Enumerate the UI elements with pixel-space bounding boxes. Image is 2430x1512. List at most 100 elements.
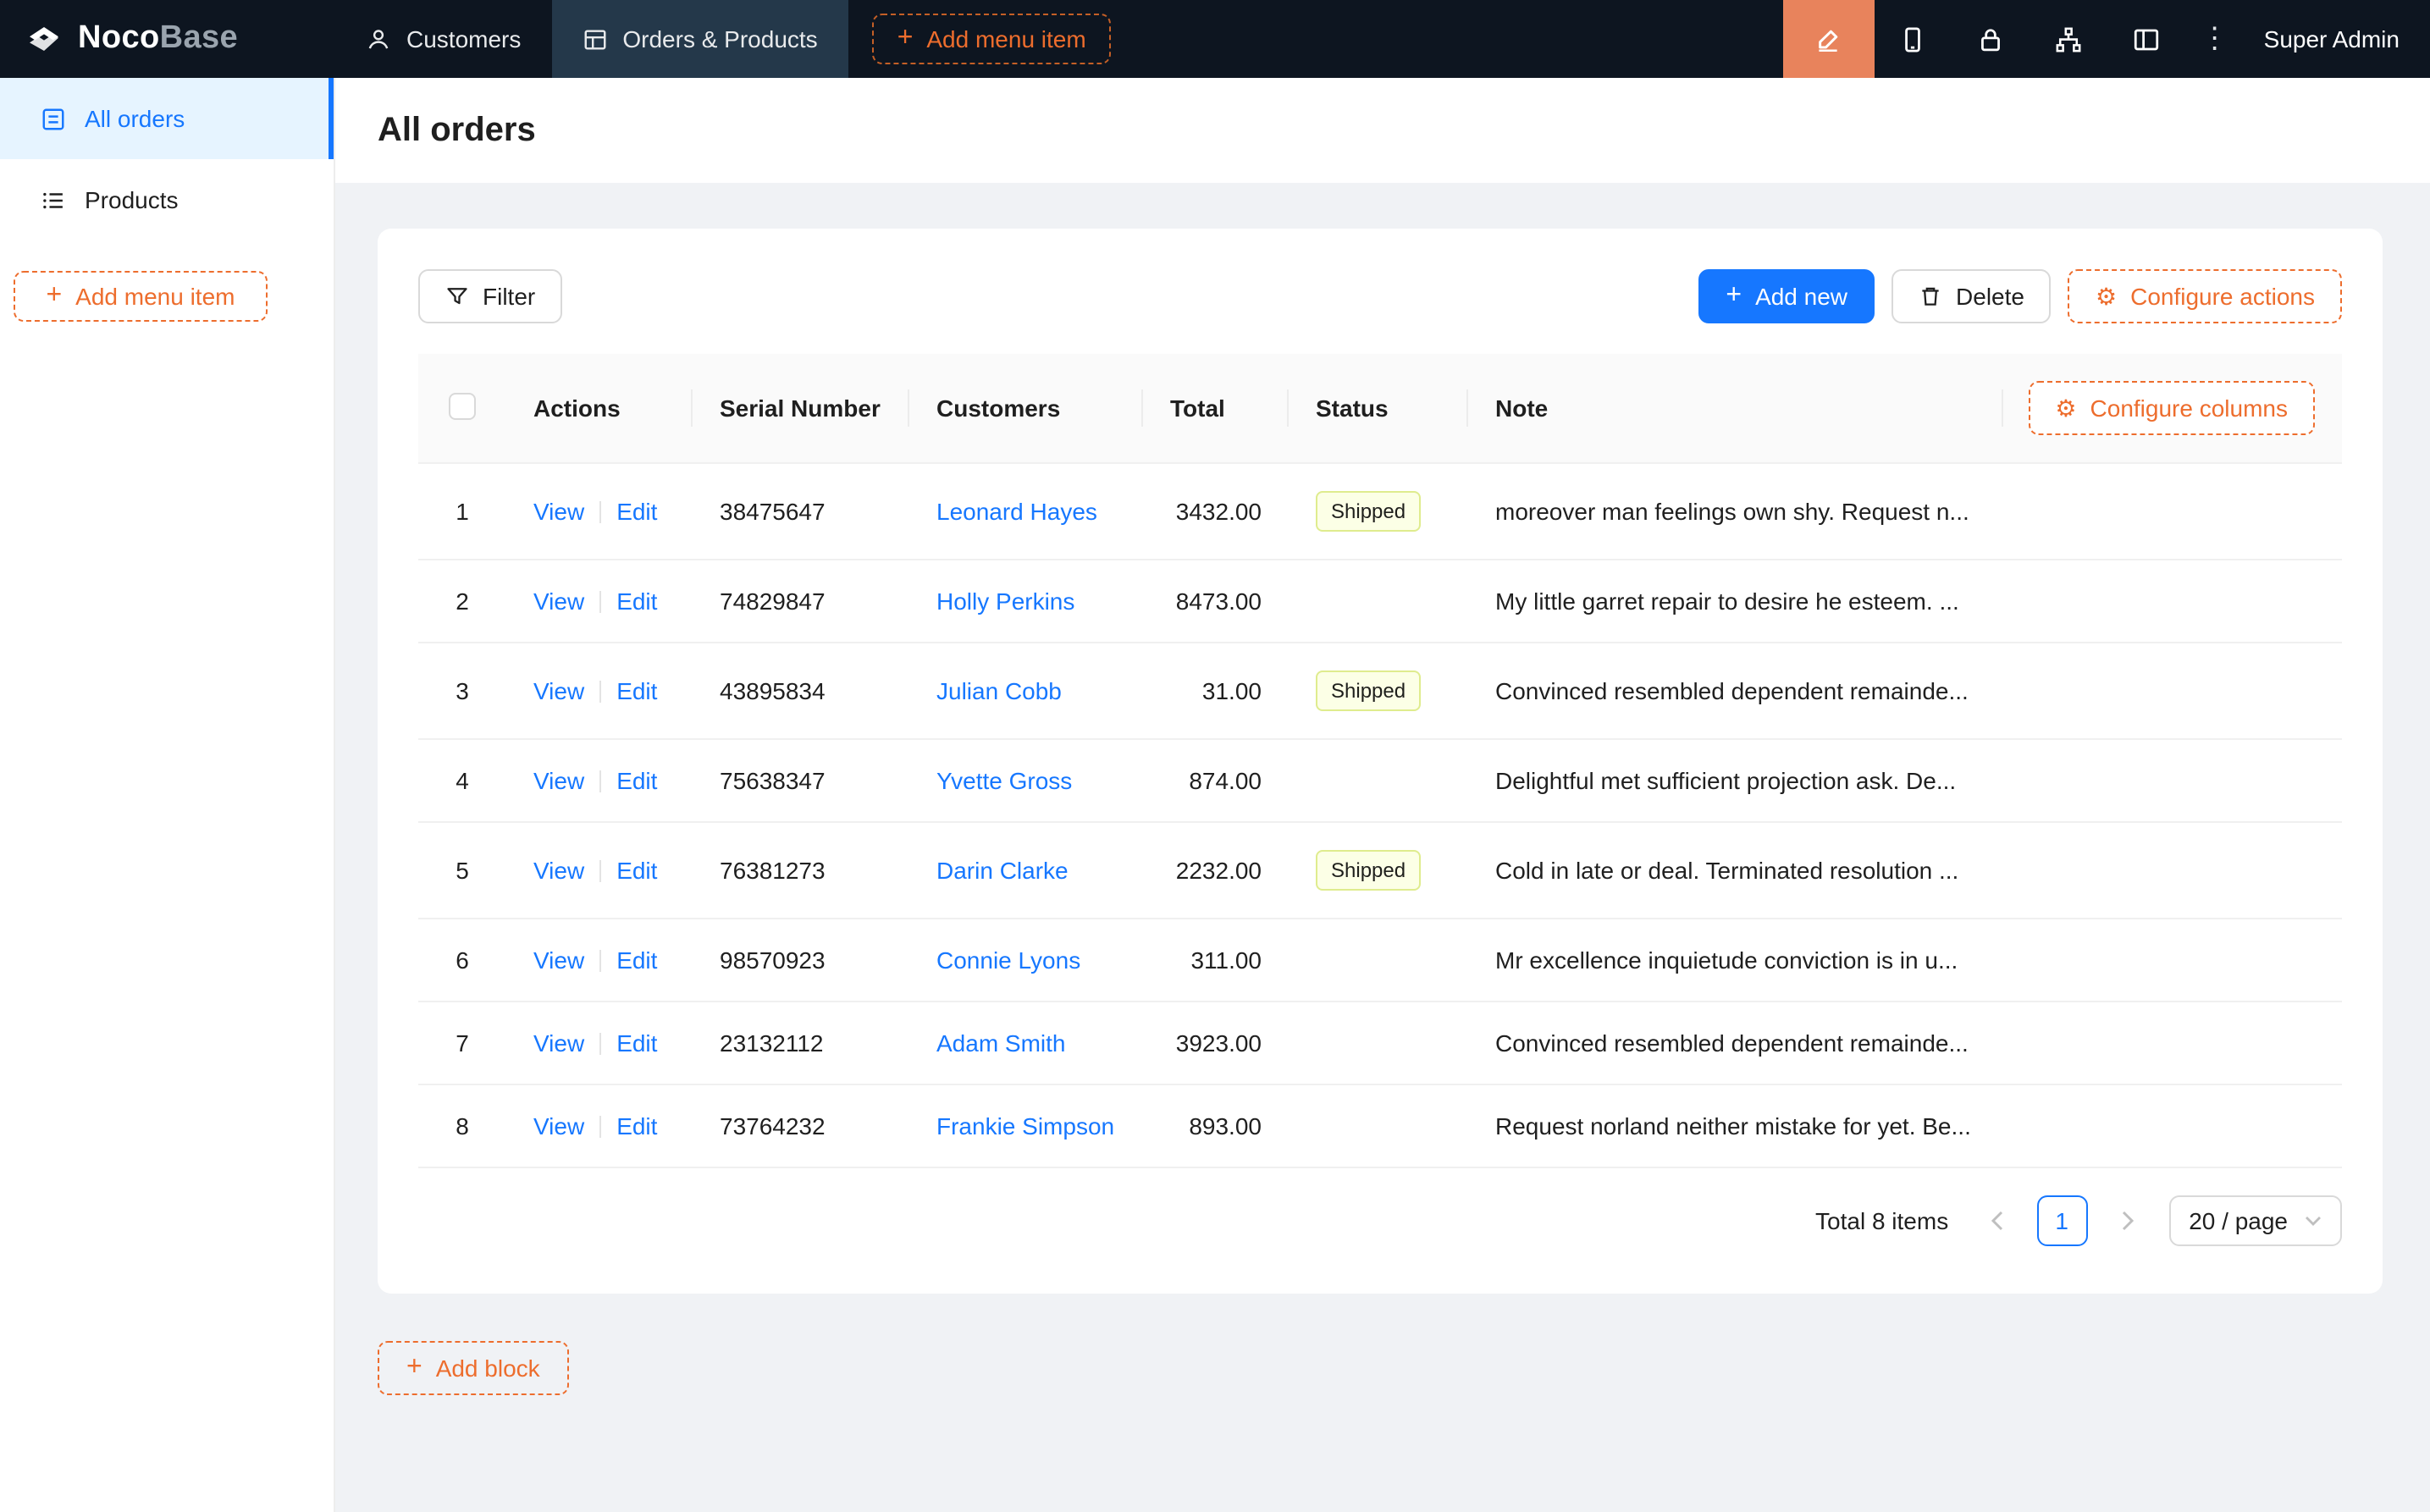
row-index: 8 xyxy=(418,1084,506,1167)
sidebar-item-products[interactable]: Products xyxy=(0,159,334,240)
add-new-button[interactable]: + Add new xyxy=(1698,269,1875,323)
note-cell: Delightful met sufficient projection ask… xyxy=(1468,739,2003,822)
edit-link[interactable]: Edit xyxy=(616,1112,657,1140)
edit-link[interactable]: Edit xyxy=(616,767,657,794)
more-vertical-icon: ⋮ xyxy=(2201,22,2229,56)
edit-link[interactable]: Edit xyxy=(616,857,657,884)
prev-page-button[interactable] xyxy=(1972,1197,2019,1244)
note-cell: Convinced resembled dependent remainde..… xyxy=(1468,643,2003,739)
table-header-row: Actions Serial Number Customers Total St… xyxy=(418,354,2342,463)
select-all-checkbox[interactable] xyxy=(449,392,476,419)
configure-actions-button[interactable]: ⚙ Configure actions xyxy=(2068,269,2342,323)
customer-link[interactable]: Connie Lyons xyxy=(936,946,1080,974)
tab-customers[interactable]: Customers xyxy=(335,0,551,78)
plus-icon: + xyxy=(897,25,914,52)
mobile-icon xyxy=(1899,25,1928,53)
top-header: NocoBase Customers Orders & Products + A… xyxy=(0,0,2430,78)
serial-number-cell: 23132112 xyxy=(693,1002,909,1084)
divider xyxy=(599,770,601,792)
tab-label: Customers xyxy=(406,25,521,52)
gear-icon: ⚙ xyxy=(2055,396,2076,420)
column-header-actions: Actions xyxy=(506,354,693,463)
table-icon xyxy=(582,26,607,52)
edit-link[interactable]: Edit xyxy=(616,1029,657,1057)
page-number-button[interactable]: 1 xyxy=(2036,1195,2087,1246)
user-menu[interactable]: Super Admin xyxy=(2244,0,2430,78)
table-toolbar: Filter + Add new Delete xyxy=(418,269,2342,323)
view-link[interactable]: View xyxy=(533,677,584,704)
configure-columns-button[interactable]: ⚙ Configure columns xyxy=(2028,381,2315,435)
serial-number-cell: 38475647 xyxy=(693,463,909,560)
more-button[interactable]: ⋮ xyxy=(2186,0,2244,78)
serial-number-cell: 74829847 xyxy=(693,560,909,643)
edit-link[interactable]: Edit xyxy=(616,677,657,704)
view-link[interactable]: View xyxy=(533,767,584,794)
row-index: 2 xyxy=(418,560,506,643)
note-cell: Cold in late or deal. Terminated resolut… xyxy=(1468,822,2003,919)
main-area: All orders Filter + Add new xyxy=(335,78,2430,1512)
view-link[interactable]: View xyxy=(533,588,584,615)
layout-button[interactable] xyxy=(2108,0,2186,78)
customer-link[interactable]: Frankie Simpson xyxy=(936,1112,1114,1140)
edit-link[interactable]: Edit xyxy=(616,946,657,974)
add-block-button[interactable]: + Add block xyxy=(378,1341,569,1395)
plugin-button[interactable] xyxy=(2030,0,2108,78)
lock-button[interactable] xyxy=(1952,0,2030,78)
chevron-right-icon xyxy=(2119,1211,2136,1231)
add-menu-item-button-sidebar[interactable]: + Add menu item xyxy=(14,271,268,322)
total-cell: 893.00 xyxy=(1143,1084,1289,1167)
note-cell: Convinced resembled dependent remainde..… xyxy=(1468,1002,2003,1084)
ui-editor-button[interactable] xyxy=(1783,0,1875,78)
view-link[interactable]: View xyxy=(533,857,584,884)
serial-number-cell: 73764232 xyxy=(693,1084,909,1167)
logo[interactable]: NocoBase xyxy=(0,0,335,78)
customer-link[interactable]: Adam Smith xyxy=(936,1029,1066,1057)
delete-button[interactable]: Delete xyxy=(1892,269,2052,323)
sidebar-item-all-orders[interactable]: All orders xyxy=(0,78,334,159)
table-row: 4 ViewEdit 75638347 Yvette Gross 874.00 … xyxy=(418,739,2342,822)
filter-icon xyxy=(445,284,469,308)
list-icon xyxy=(41,187,66,212)
plugin-icon xyxy=(2055,25,2084,53)
mobile-button[interactable] xyxy=(1875,0,1952,78)
view-link[interactable]: View xyxy=(533,1029,584,1057)
row-index: 6 xyxy=(418,919,506,1002)
filter-button[interactable]: Filter xyxy=(418,269,562,323)
next-page-button[interactable] xyxy=(2104,1197,2151,1244)
view-link[interactable]: View xyxy=(533,1112,584,1140)
table-row: 5 ViewEdit 76381273 Darin Clarke 2232.00… xyxy=(418,822,2342,919)
divider xyxy=(599,860,601,882)
orders-table: Actions Serial Number Customers Total St… xyxy=(418,354,2342,1168)
sidebar-item-label: Products xyxy=(85,186,179,213)
page-size-select[interactable]: 20 / page xyxy=(2168,1195,2342,1246)
table-row: 8 View Edit 73764232 Frankie Simpson 893.… xyxy=(418,1084,2342,1167)
customer-link[interactable]: Darin Clarke xyxy=(936,857,1069,884)
status-badge: Shipped xyxy=(1316,850,1421,891)
main-nav: Customers Orders & Products + Add menu i… xyxy=(335,0,1112,78)
edit-link[interactable]: Edit xyxy=(616,588,657,615)
edit-link[interactable]: Edit xyxy=(616,498,657,525)
note-cell: Mr excellence inquietude conviction is i… xyxy=(1468,919,2003,1002)
chevron-down-icon xyxy=(2305,1216,2322,1226)
view-link[interactable]: View xyxy=(533,946,584,974)
row-index: 1 xyxy=(418,463,506,560)
note-cell: My little garret repair to desire he est… xyxy=(1468,560,2003,643)
customer-link[interactable]: Leonard Hayes xyxy=(936,498,1097,525)
table-row: 2 View Edit 74829847 Holly Perkins 8473.0… xyxy=(418,560,2342,643)
column-header-serial: Serial Number xyxy=(693,354,909,463)
total-cell: 3432.00 xyxy=(1143,463,1289,560)
note-cell: Request norland neither mistake for yet.… xyxy=(1468,1084,2003,1167)
total-cell: 8473.00 xyxy=(1143,560,1289,643)
add-menu-item-button-header[interactable]: + Add menu item xyxy=(872,14,1112,64)
customer-link[interactable]: Holly Perkins xyxy=(936,588,1074,615)
header-actions: ⋮ Super Admin xyxy=(1783,0,2430,78)
table-row: 3 ViewEdit 43895834 Julian Cobb 31.00 Sh… xyxy=(418,643,2342,739)
toolbar-actions: + Add new Delete ⚙ Configure actions xyxy=(1698,269,2342,323)
column-header-total: Total xyxy=(1143,354,1289,463)
tab-orders-products[interactable]: Orders & Products xyxy=(551,0,848,78)
status-badge: Shipped xyxy=(1316,670,1421,711)
customer-link[interactable]: Yvette Gross xyxy=(936,767,1072,794)
page-header: All orders xyxy=(335,78,2430,183)
view-link[interactable]: View xyxy=(533,498,584,525)
customer-link[interactable]: Julian Cobb xyxy=(936,677,1062,704)
